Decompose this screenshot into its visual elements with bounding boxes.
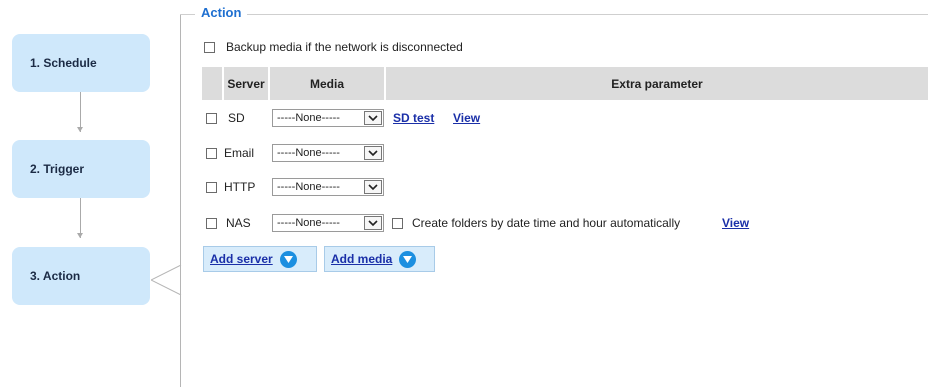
step-connector bbox=[80, 198, 81, 238]
server-http-label: HTTP bbox=[224, 180, 256, 194]
server-nas-label: NAS bbox=[226, 216, 251, 230]
header-extra-parameter: Extra parameter bbox=[386, 67, 928, 100]
step-action-label: 3. Action bbox=[30, 269, 81, 283]
create-folders-checkbox[interactable] bbox=[392, 218, 403, 229]
server-sd-checkbox[interactable] bbox=[206, 113, 217, 124]
chevron-down-icon bbox=[364, 146, 382, 160]
media-select-email[interactable]: -----None----- bbox=[272, 144, 384, 162]
server-http-checkbox[interactable] bbox=[206, 182, 217, 193]
create-folders-label: Create folders by date time and hour aut… bbox=[412, 216, 681, 230]
media-select-http[interactable]: -----None----- bbox=[272, 178, 384, 196]
backup-checkbox[interactable] bbox=[204, 42, 215, 53]
media-select-value: -----None----- bbox=[277, 217, 340, 229]
add-media-button[interactable]: Add media bbox=[324, 246, 435, 272]
sd-test-link[interactable]: SD test bbox=[393, 111, 434, 125]
chevron-down-icon bbox=[364, 111, 382, 125]
add-server-label: Add server bbox=[210, 252, 273, 266]
chevron-down-icon bbox=[364, 216, 382, 230]
add-server-button[interactable]: Add server bbox=[203, 246, 317, 272]
media-select-sd[interactable]: -----None----- bbox=[272, 109, 384, 127]
step-trigger[interactable]: 2. Trigger bbox=[12, 140, 150, 198]
header-checkbox-cell bbox=[202, 67, 222, 100]
step-trigger-label: 2. Trigger bbox=[30, 162, 85, 176]
section-divider bbox=[180, 15, 181, 387]
legend-rule bbox=[180, 14, 928, 15]
media-select-nas[interactable]: -----None----- bbox=[272, 214, 384, 232]
server-nas-checkbox[interactable] bbox=[206, 218, 217, 229]
chevron-down-circle-icon bbox=[399, 250, 417, 268]
sd-view-link[interactable]: View bbox=[453, 111, 480, 125]
media-select-value: -----None----- bbox=[277, 147, 340, 159]
server-email-label: Email bbox=[224, 146, 255, 160]
media-select-value: -----None----- bbox=[277, 181, 340, 193]
media-select-value: -----None----- bbox=[277, 112, 340, 124]
down-arrow-icon bbox=[77, 233, 83, 238]
down-arrow-icon bbox=[77, 127, 83, 132]
step-schedule-label: 1. Schedule bbox=[30, 56, 97, 70]
step-connector bbox=[80, 92, 81, 132]
server-email-checkbox[interactable] bbox=[206, 148, 217, 159]
step-schedule[interactable]: 1. Schedule bbox=[12, 34, 150, 92]
header-server: Server bbox=[224, 67, 268, 100]
nas-view-link[interactable]: View bbox=[722, 216, 749, 230]
add-media-label: Add media bbox=[331, 252, 393, 266]
chevron-down-icon bbox=[364, 180, 382, 194]
backup-label: Backup media if the network is disconnec… bbox=[226, 40, 463, 54]
header-media: Media bbox=[270, 67, 384, 100]
step-action[interactable]: 3. Action bbox=[12, 247, 150, 305]
section-legend: Action bbox=[195, 5, 248, 20]
current-step-pointer-icon bbox=[151, 265, 182, 295]
chevron-down-circle-icon bbox=[279, 250, 297, 268]
server-sd-label: SD bbox=[228, 111, 245, 125]
